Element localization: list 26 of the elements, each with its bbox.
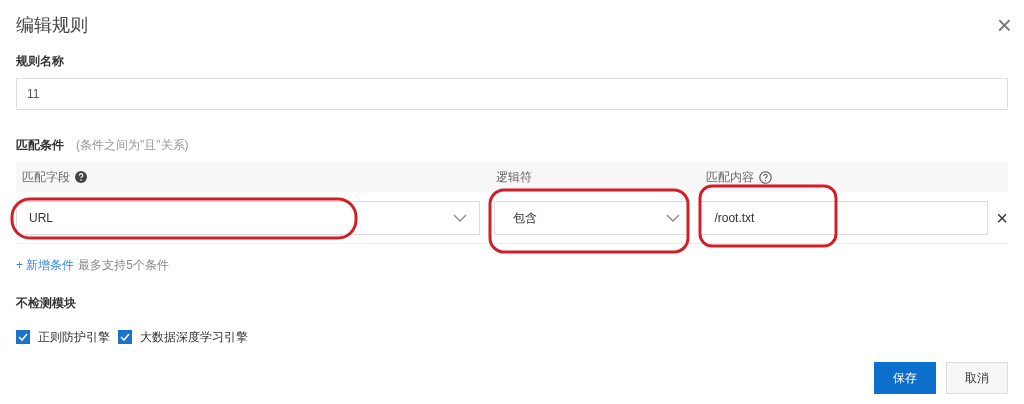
dialog-title: 编辑规则 [16,13,88,37]
checkbox[interactable] [16,330,30,344]
operator-select[interactable]: 包含 [494,200,690,235]
checkbox-label: 大数据深度学习引擎 [140,329,248,346]
match-value-field[interactable]: /root.txt [699,200,989,235]
section-label: 匹配条件 [16,137,64,154]
column-header: 匹配字段 [22,169,70,186]
rule-name-field[interactable]: 11 [16,78,1008,110]
checkbox-label: 正则防护引擎 [38,329,110,346]
section-hint: (条件之间为"且"关系) [76,137,189,154]
save-button[interactable]: 保存 [874,362,936,394]
checkbox[interactable] [118,330,132,344]
field-label: 规则名称 [16,53,65,70]
limit-note: 最多支持5个条件 [78,257,170,274]
help-icon[interactable] [759,170,772,184]
column-header: 逻辑符 [496,169,532,186]
field-select[interactable]: URL [16,200,481,235]
cancel-button[interactable]: 取消 [946,362,1008,394]
help-icon[interactable] [75,171,87,183]
chevron-icon [666,213,681,222]
remove-button[interactable]: × [996,207,1008,228]
chevron-icon [453,213,468,222]
column-header: 匹配内容 [706,169,754,186]
add-condition-link[interactable]: + 新增条件 [16,256,75,274]
close-button[interactable]: × [996,12,1012,38]
section-label: 不检测模块 [16,295,77,312]
